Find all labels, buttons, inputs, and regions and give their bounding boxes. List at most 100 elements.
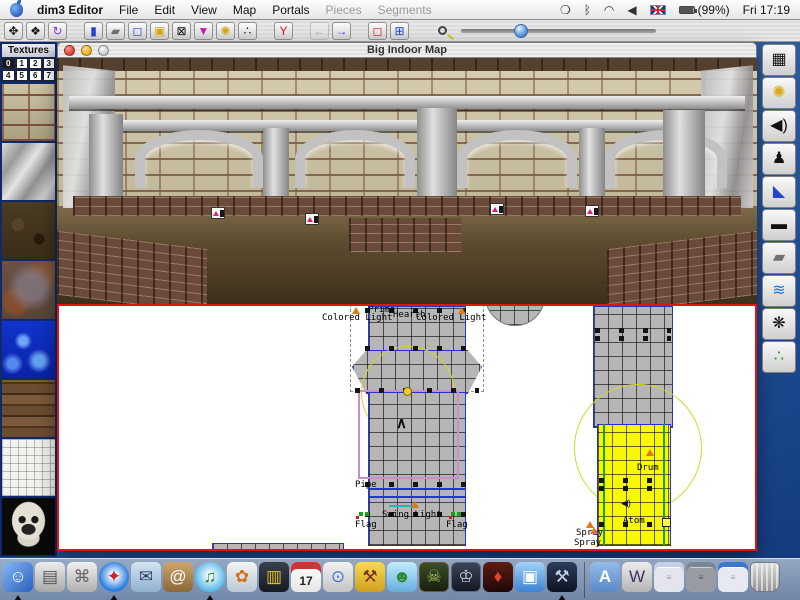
zoom-slider-knob[interactable] [514,24,528,38]
dock-system-prefs[interactable]: ⌘ [67,562,97,592]
dock-itunes[interactable]: ♫ [195,562,225,592]
light-marker[interactable] [458,307,466,314]
dock-minimized-window-2[interactable]: ≡ [686,562,716,592]
texture-rust-metal[interactable] [2,259,55,318]
portal-outline[interactable] [358,390,459,479]
spot-marker[interactable] [211,207,225,219]
texture-page-0[interactable]: 0 [2,58,15,69]
rotate-tool[interactable]: ↻ [48,22,67,40]
volume-icon[interactable]: ◀ [627,3,636,17]
dock-warcraft3[interactable]: ☠ [419,562,449,592]
mesh-tool[interactable]: ❋ [762,308,796,340]
window-title-bar[interactable]: Big Indoor Map [57,42,757,58]
segment-grid-tool[interactable]: ▦ [762,44,796,76]
dock-word-document[interactable]: W [622,562,652,592]
dock-diablo[interactable]: ♦ [483,562,513,592]
segment-shape[interactable] [212,543,344,551]
spot-marker[interactable] [305,213,319,225]
dock-iphoto[interactable]: ✿ [227,562,257,592]
menu-portals[interactable]: Portals [272,3,309,17]
node-path-tool[interactable]: ∴ [762,341,796,373]
dock-messenger[interactable]: ☻ [387,562,417,592]
floor-mode-button[interactable]: ▰ [106,22,125,40]
menu-edit[interactable]: Edit [154,3,175,17]
spot-marker[interactable] [585,205,599,217]
handle-box[interactable] [662,518,671,527]
triangle-mode-button[interactable]: ▼ [194,22,213,40]
map-2d-view[interactable]: ∧ [57,304,757,551]
texture-grey-marble[interactable] [2,141,55,200]
forward-button[interactable]: → [332,22,351,40]
spot-monster-tool[interactable]: ♟ [762,143,796,175]
airport-icon[interactable]: ◠ [604,3,614,17]
zoom-slider[interactable] [461,29,656,33]
menu-map[interactable]: Map [233,3,256,17]
texture-page-1[interactable]: 1 [16,58,29,69]
back-button[interactable]: ← [310,22,329,40]
dock-imovie[interactable]: ▥ [259,562,289,592]
dock-minimized-window-1[interactable]: ≡ [654,562,684,592]
menu-clock[interactable]: Fri 17:19 [743,3,790,17]
dock-safari[interactable]: ✦ [99,562,129,592]
liquid-mode-button[interactable]: ▣ [150,22,169,40]
segment-shape-selected[interactable] [597,424,671,546]
texture-page-3[interactable]: 3 [43,58,56,69]
light-mode-button[interactable]: ✺ [216,22,235,40]
dock-printer[interactable]: ▤ [35,562,65,592]
dock-address-book[interactable]: @ [163,562,193,592]
dock-applications-folder[interactable]: A [590,562,620,592]
dock-ichat[interactable]: ▣ [515,562,545,592]
wall-mode-button[interactable]: ▮ [84,22,103,40]
path-mode-button[interactable]: ∴ [238,22,257,40]
spot-marker[interactable] [490,203,504,215]
battery-indicator[interactable]: (99%) [679,3,730,17]
texture-page-4[interactable]: 4 [2,70,15,81]
dock-trash[interactable] [750,562,780,592]
texture-page-2[interactable]: 2 [29,58,42,69]
map-3d-view[interactable] [57,58,757,304]
chat-status-icon[interactable]: ❍ [560,3,571,17]
texture-page-7[interactable]: 7 [43,70,56,81]
bluetooth-icon[interactable]: ᛒ [584,3,591,17]
dock-quicktime[interactable]: ⊙ [323,562,353,592]
texture-dirt-ground[interactable] [2,200,55,259]
dock-toolbox[interactable]: ⚒ [355,562,385,592]
dock-mail[interactable]: ✉ [131,562,161,592]
ceiling-mode-button[interactable]: ◻ [128,22,147,40]
vertex-tool[interactable]: ❖ [26,22,45,40]
portal-tool[interactable]: ◣ [762,176,796,208]
light-marker[interactable] [590,527,598,534]
platform-tool[interactable]: ▬ [762,209,796,241]
light-marker[interactable] [352,307,360,314]
apple-menu-icon[interactable] [10,3,23,17]
dock-warcraft3-tft[interactable]: ♔ [451,562,481,592]
player-start-arrow[interactable]: ∧ [396,414,407,432]
texture-stone-brick[interactable] [2,82,55,141]
segment-disc[interactable] [485,304,545,326]
texture-skull[interactable] [2,496,55,555]
split-tool[interactable]: Y [274,22,293,40]
light-marker[interactable] [646,449,654,456]
menu-segments[interactable]: Segments [378,3,432,17]
menu-app-title[interactable]: dim3 Editor [37,3,103,17]
texture-page-5[interactable]: 5 [16,70,29,81]
liquid-tool[interactable]: ≋ [762,275,796,307]
light-point[interactable] [403,387,412,396]
sound-tool[interactable]: ◀) [762,110,796,142]
menu-pieces[interactable]: Pieces [326,3,362,17]
mesh-mode-button[interactable]: ⊠ [172,22,191,40]
texture-wood-planks[interactable] [2,378,55,437]
menu-view[interactable]: View [191,3,217,17]
move-tool[interactable]: ✥ [4,22,23,40]
dock-dim3-editor[interactable]: ⚒ [547,562,577,592]
keyboard-flag-icon[interactable] [650,5,666,15]
menu-file[interactable]: File [119,3,138,17]
stairs-tool[interactable]: ▰ [762,242,796,274]
select-add-tool[interactable]: ⊞ [390,22,409,40]
light-tool[interactable]: ✺ [762,77,796,109]
select-rect-tool[interactable]: ◻ [368,22,387,40]
dock-finder[interactable]: ☺ [3,562,33,592]
texture-blue-water[interactable] [2,319,55,378]
light-marker[interactable] [411,501,419,508]
texture-page-6[interactable]: 6 [29,70,42,81]
